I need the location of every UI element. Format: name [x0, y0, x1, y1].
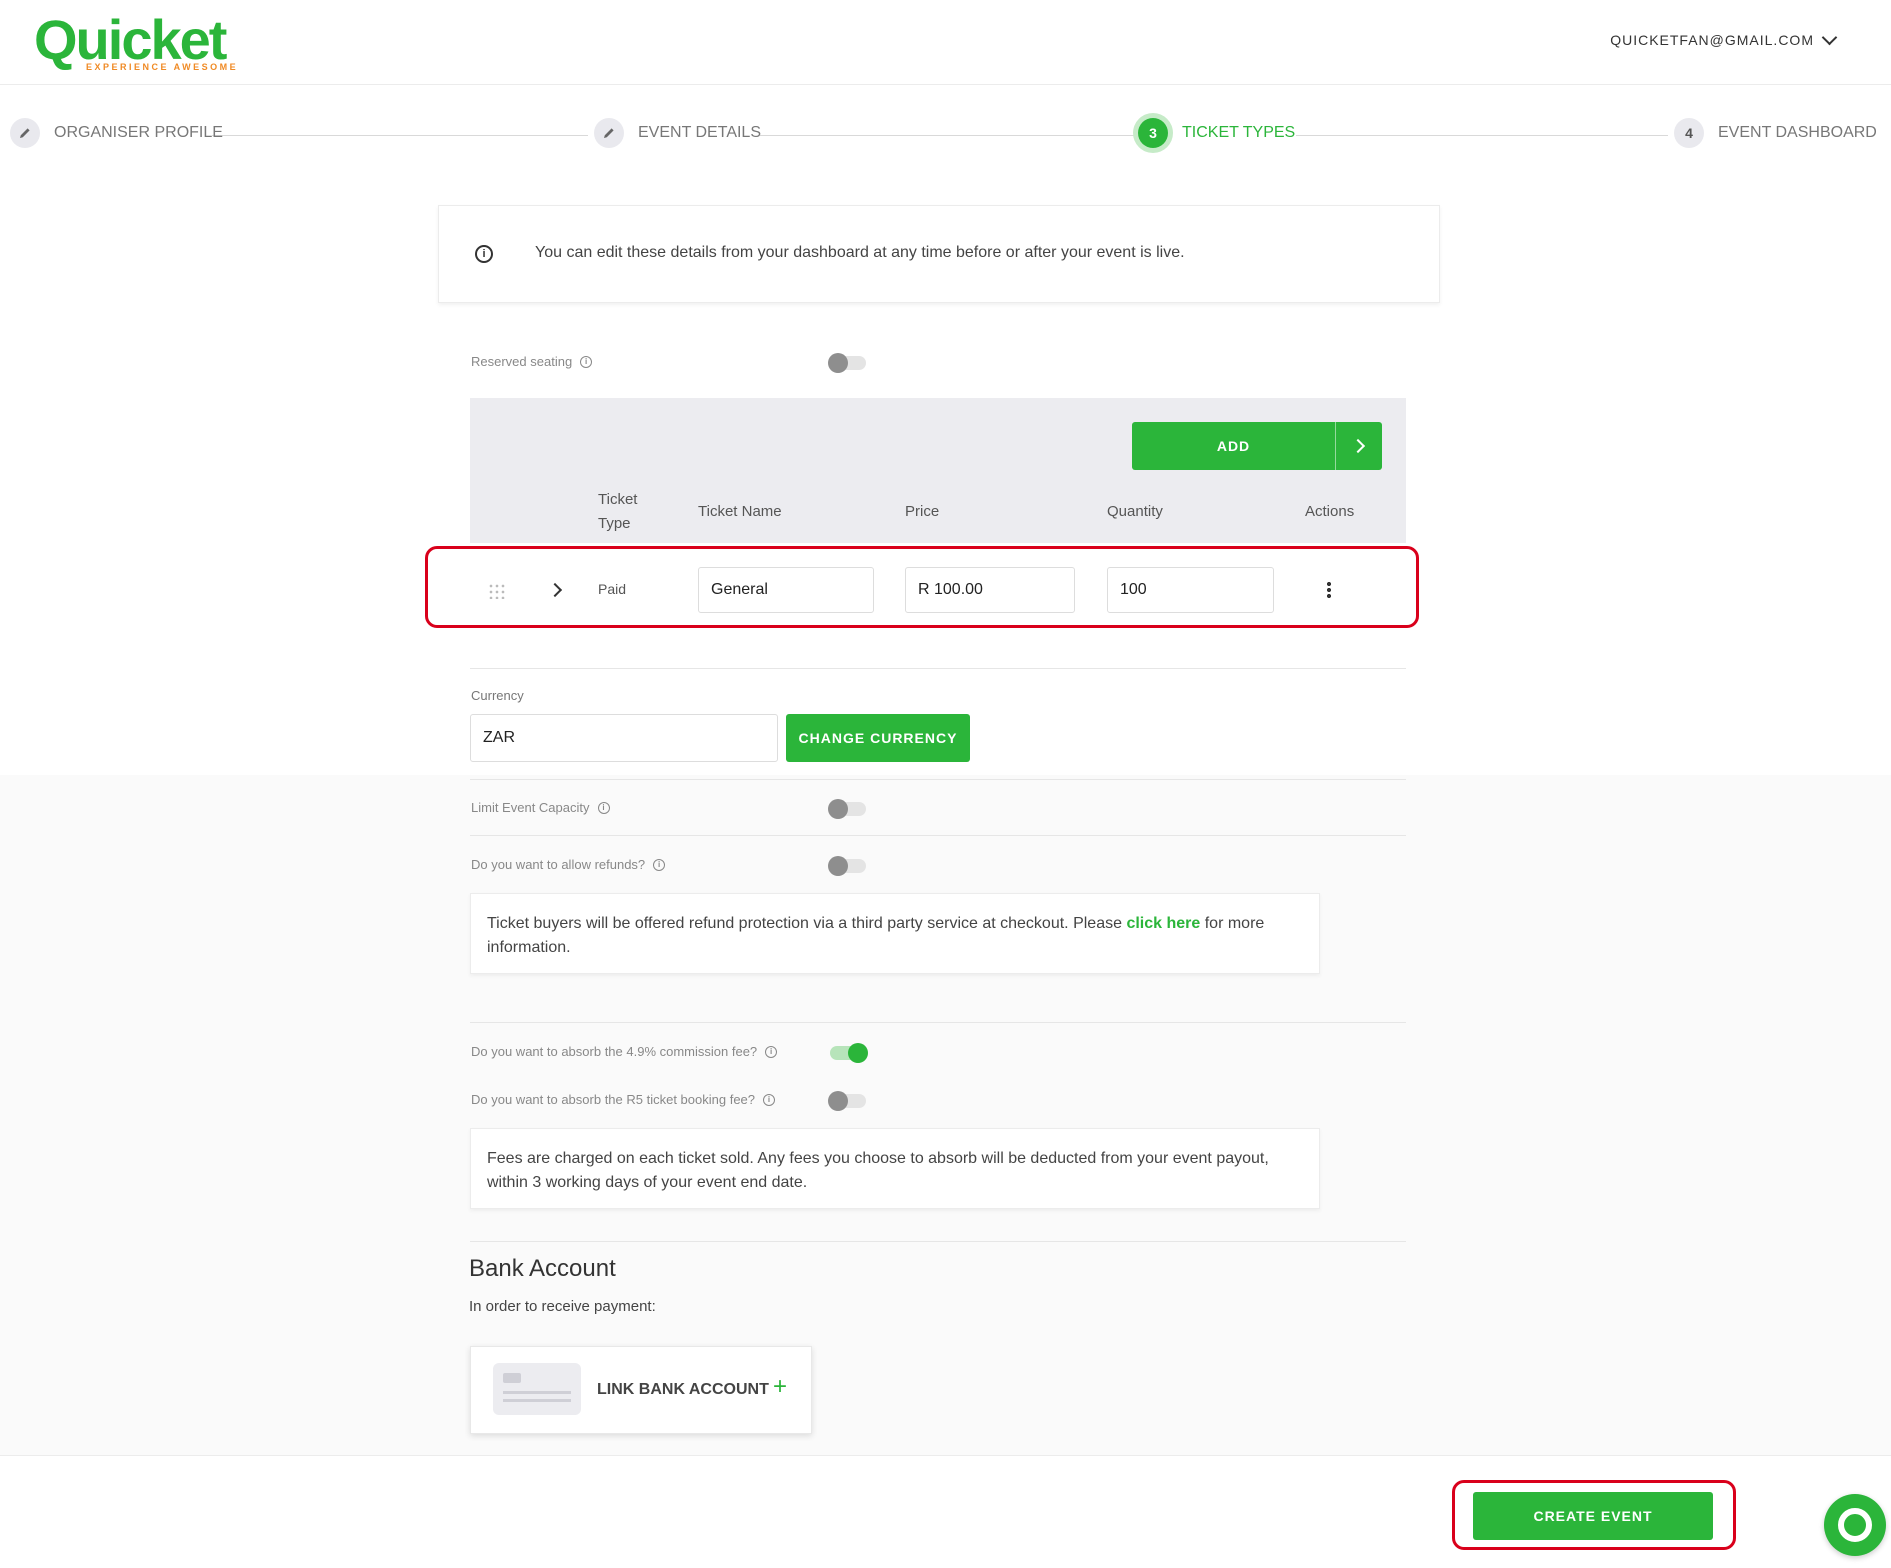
booking-fee-text: Do you want to absorb the R5 ticket book…: [471, 1092, 756, 1107]
info-icon[interactable]: i: [763, 1093, 776, 1106]
info-icon[interactable]: i: [653, 858, 666, 871]
limit-capacity-text: Limit Event Capacity: [471, 800, 590, 815]
refunds-text: Do you want to allow refunds?: [471, 857, 646, 872]
fees-note: Fees are charged on each ticket sold. An…: [470, 1128, 1320, 1209]
divider: [470, 835, 1406, 836]
quicket-logo[interactable]: Quicket EXPERIENCE AWESOME: [34, 8, 236, 73]
step-connector: [212, 135, 588, 136]
highlight-ticket-row: [425, 546, 1419, 628]
reserved-seating-toggle[interactable]: [828, 353, 866, 373]
refunds-label: Do you want to allow refunds? i: [471, 857, 666, 872]
commission-fee-toggle[interactable]: [830, 1043, 868, 1063]
commission-fee-label: Do you want to absorb the 4.9% commissio…: [471, 1044, 778, 1059]
plus-icon: +: [773, 1373, 788, 1400]
currency-label: Currency: [471, 688, 524, 703]
info-icon: i: [475, 245, 493, 263]
currency-input[interactable]: ZAR: [470, 714, 778, 762]
link-bank-account-button[interactable]: LINK BANK ACCOUNT +: [470, 1346, 812, 1434]
info-text: You can edit these details from your das…: [535, 244, 1185, 261]
bank-account-subtitle: In order to receive payment:: [469, 1298, 656, 1315]
click-here-link[interactable]: click here: [1126, 915, 1200, 932]
add-ticket-button[interactable]: ADD: [1132, 422, 1382, 470]
reserved-seating-text: Reserved seating: [471, 354, 573, 369]
logo-wordmark: Quicket: [34, 8, 227, 71]
reserved-seating-label: Reserved seating i: [471, 354, 593, 369]
account-email: QUICKETFAN@GMAIL.COM: [1610, 32, 1814, 48]
step-label: ORGANISER PROFILE: [54, 124, 223, 141]
add-button-label: ADD: [1216, 438, 1251, 454]
step-event-details[interactable]: EVENT DETAILS: [594, 118, 761, 148]
logo-tagline: EXPERIENCE AWESOME: [86, 62, 239, 72]
step-label: EVENT DASHBOARD: [1718, 124, 1877, 141]
step-connector: [1296, 135, 1668, 136]
link-bank-label: LINK BANK ACCOUNT: [597, 1381, 769, 1398]
col-quantity: Quantity: [1107, 503, 1163, 520]
toggle-knob: [828, 856, 848, 876]
bank-card-icon: [493, 1363, 581, 1415]
divider: [470, 1022, 1406, 1023]
chevron-right-icon[interactable]: [1350, 438, 1366, 454]
top-header: Quicket EXPERIENCE AWESOME QUICKETFAN@GM…: [0, 0, 1891, 85]
step-connector: [760, 135, 1134, 136]
col-price: Price: [905, 503, 940, 520]
step-event-dashboard[interactable]: 4 EVENT DASHBOARD: [1674, 118, 1877, 148]
edit-icon: [10, 118, 40, 148]
booking-fee-toggle[interactable]: [828, 1091, 866, 1111]
change-currency-button[interactable]: CHANGE CURRENCY: [786, 714, 970, 762]
edit-icon: [594, 118, 624, 148]
progress-stepper: ORGANISER PROFILE EVENT DETAILS 3 TICKET…: [10, 118, 1877, 154]
refund-note-text: Ticket buyers will be offered refund pro…: [487, 915, 1122, 932]
step-number: 4: [1674, 118, 1704, 148]
step-label: EVENT DETAILS: [638, 124, 761, 141]
col-actions: Actions: [1305, 503, 1355, 520]
button-divider: [1335, 422, 1336, 470]
step-ticket-types[interactable]: 3 TICKET TYPES: [1138, 118, 1295, 148]
lifebuoy-icon: [1838, 1508, 1872, 1542]
refund-note: Ticket buyers will be offered refund pro…: [470, 893, 1320, 974]
step-number: 3: [1138, 118, 1168, 148]
toggle-knob: [848, 1043, 868, 1063]
col-ticket-type: Ticket Type: [598, 491, 638, 532]
highlight-create-event: [1452, 1480, 1736, 1550]
settings-background: [0, 775, 1891, 1455]
toggle-knob: [828, 1091, 848, 1111]
toggle-knob: [828, 353, 848, 373]
help-button[interactable]: [1824, 1494, 1886, 1556]
limit-capacity-label: Limit Event Capacity i: [471, 800, 610, 815]
divider: [470, 668, 1406, 669]
step-organiser-profile[interactable]: ORGANISER PROFILE: [10, 118, 223, 148]
bank-account-title: Bank Account: [469, 1255, 616, 1282]
step-label: TICKET TYPES: [1182, 124, 1296, 141]
info-icon[interactable]: i: [580, 355, 593, 368]
commission-fee-text: Do you want to absorb the 4.9% commissio…: [471, 1044, 758, 1059]
refunds-toggle[interactable]: [828, 856, 866, 876]
account-menu[interactable]: QUICKETFAN@GMAIL.COM: [1610, 29, 1838, 48]
info-icon[interactable]: i: [597, 801, 610, 814]
limit-capacity-toggle[interactable]: [828, 799, 866, 819]
booking-fee-label: Do you want to absorb the R5 ticket book…: [471, 1092, 776, 1107]
info-icon[interactable]: i: [765, 1045, 778, 1058]
divider: [470, 779, 1406, 780]
divider: [470, 1241, 1406, 1242]
info-banner: i You can edit these details from your d…: [438, 205, 1440, 303]
col-ticket-name: Ticket Name: [698, 503, 782, 520]
toggle-knob: [828, 799, 848, 819]
chevron-down-icon: [1821, 29, 1838, 46]
